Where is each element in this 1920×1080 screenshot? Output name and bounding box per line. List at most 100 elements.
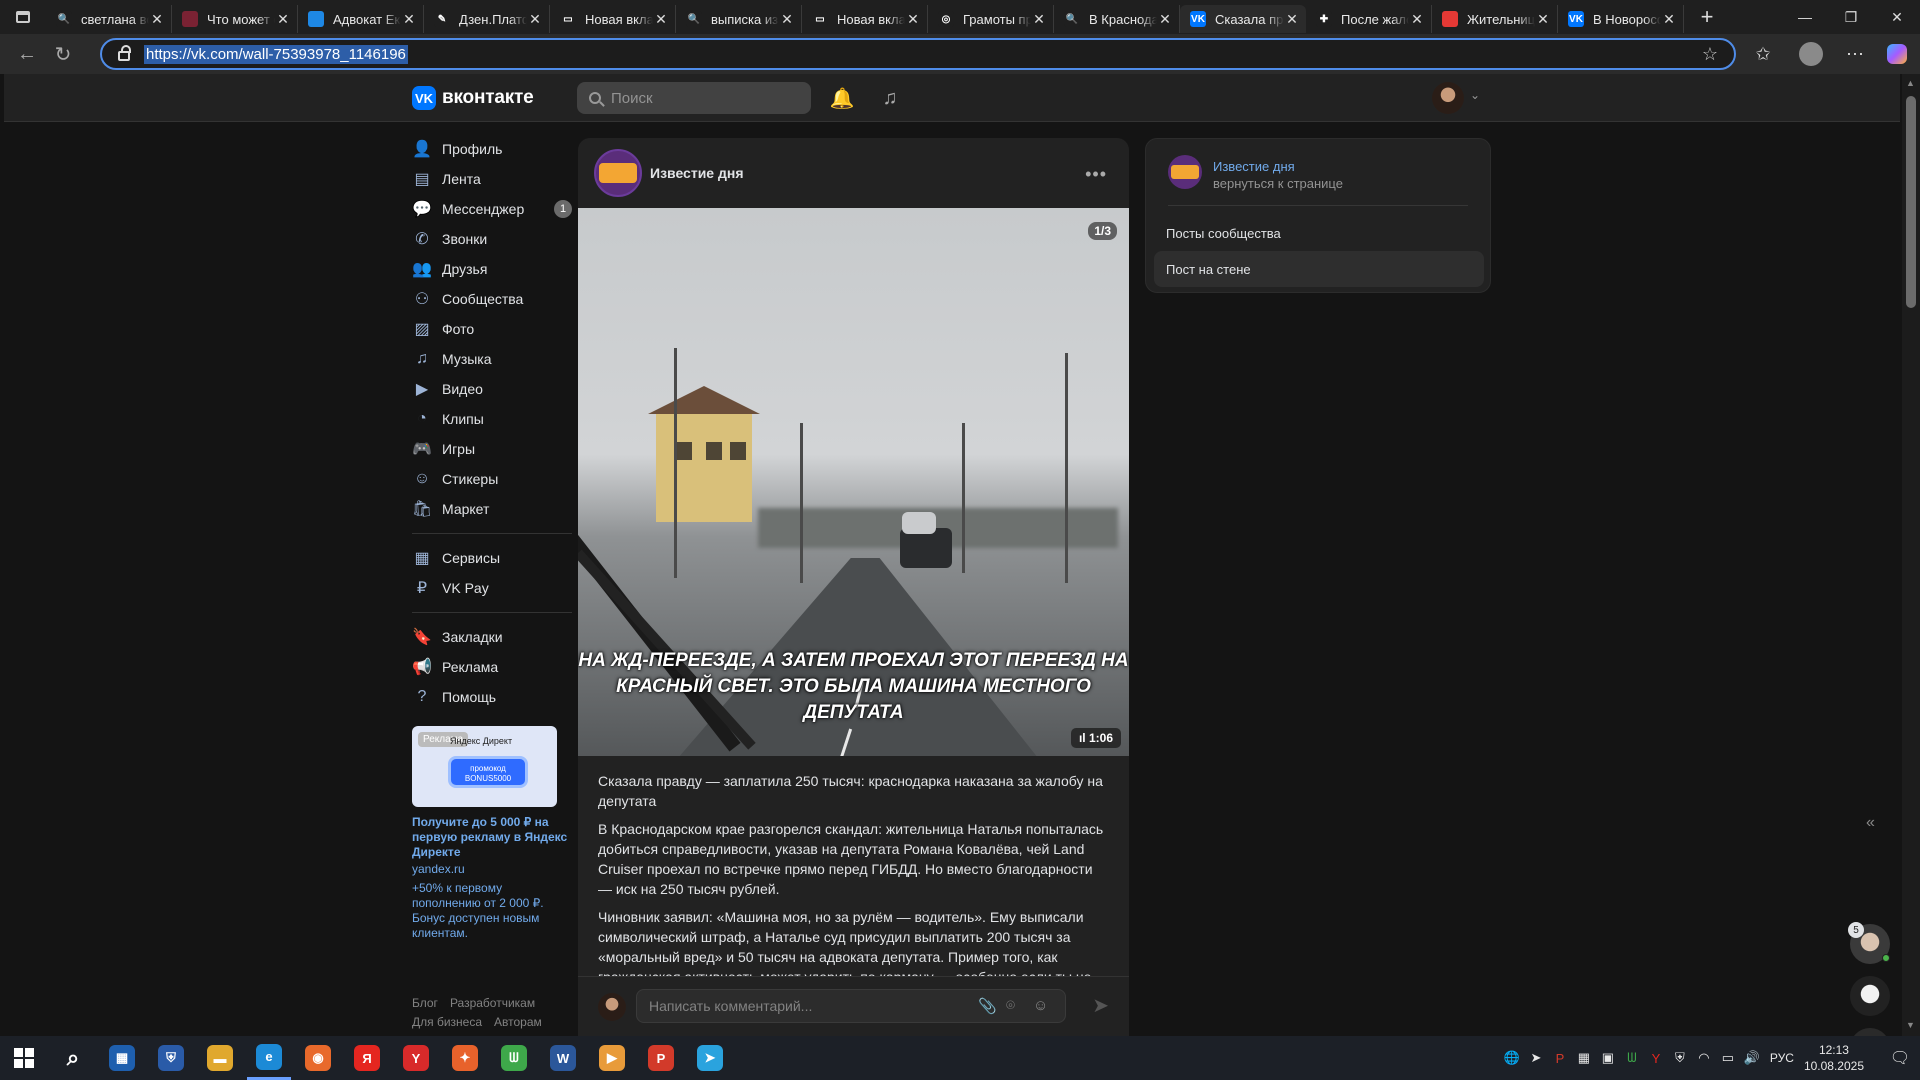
tab-actions-button[interactable] [0, 0, 46, 34]
taskbar-yandex-browser-button[interactable]: Y [394, 1036, 438, 1080]
nav-item-photos[interactable]: ▨ Фото [412, 314, 572, 344]
wifi-icon[interactable]: ◠ [1692, 1050, 1716, 1066]
tray-yandex-icon[interactable]: Y [1644, 1051, 1668, 1066]
taskbar-yandex-button[interactable]: Я [345, 1036, 389, 1080]
collapse-chevron-icon[interactable]: « [1866, 814, 1875, 832]
notifications-bell-icon[interactable]: 🔔 [830, 86, 855, 110]
tab-close-icon[interactable]: ✕ [779, 11, 795, 28]
nav-item-music[interactable]: ♫ Музыка [412, 344, 572, 374]
tab-close-icon[interactable]: ✕ [275, 11, 291, 28]
taskbar-player-button[interactable]: ▶ [590, 1036, 634, 1080]
refresh-button[interactable]: ↻ [46, 37, 80, 71]
footer-link-developers[interactable]: Разработчикам [450, 996, 535, 1010]
nav-item-communities[interactable]: ⚇ Сообщества [412, 284, 572, 314]
volume-icon[interactable]: 🔊 [1740, 1050, 1764, 1066]
taskbar-explorer-button[interactable]: ▬ [198, 1036, 242, 1080]
taskbar-defender-button[interactable]: ⛨ [149, 1036, 193, 1080]
search-input[interactable]: Поиск [577, 82, 811, 114]
ad-domain[interactable]: yandex.ru [412, 862, 572, 877]
scroll-up-arrow-icon[interactable]: ▲ [1906, 78, 1915, 88]
page-scrollbar[interactable]: ▲ ▼ [1902, 74, 1920, 1036]
start-button[interactable] [2, 1036, 46, 1080]
send-icon[interactable]: ➤ [1092, 993, 1109, 1018]
tab-close-icon[interactable]: ✕ [1284, 11, 1300, 28]
vk-logo[interactable]: VK вконтакте [412, 86, 534, 110]
nav-item-clips[interactable]: ◔ Клипы [412, 404, 572, 434]
browser-tab[interactable]: ▭ Новая вклад✕ [802, 5, 928, 33]
camera-icon[interactable]: ⌾ [1006, 997, 1015, 1014]
user-avatar[interactable] [1432, 82, 1464, 114]
browser-tab[interactable]: 🔍 светлана во ✕ [46, 5, 172, 33]
scrollbar-thumb[interactable] [1906, 96, 1916, 308]
browser-tab[interactable]: ◎ Грамоты пр ✕ [928, 5, 1054, 33]
browser-tab[interactable]: Жительниц ✕ [1432, 5, 1558, 33]
nav-item-profile[interactable]: 👤 Профиль [412, 134, 572, 164]
tray-p-icon[interactable]: P [1548, 1051, 1572, 1066]
group-avatar[interactable] [594, 149, 642, 197]
browser-tab[interactable]: 🔍 выписка из ✕ [676, 5, 802, 33]
tab-close-icon[interactable]: ✕ [653, 11, 669, 28]
taskbar-edge-button[interactable]: e [247, 1036, 291, 1080]
side-group-avatar[interactable] [1168, 155, 1202, 189]
browser-tab[interactable]: ✎ Дзен.Платф ✕ [424, 5, 550, 33]
browser-tab[interactable]: 🔍 В Краснода ✕ [1054, 5, 1180, 33]
more-menu-icon[interactable]: ⋯ [1840, 39, 1870, 69]
group-name[interactable]: Известие дня [650, 165, 743, 181]
clock[interactable]: 12:13 10.08.2025 [1804, 1042, 1864, 1074]
wall-post-option[interactable]: Пост на стене [1154, 251, 1484, 287]
tab-close-icon[interactable]: ✕ [1535, 11, 1551, 28]
nav-item-vkpay[interactable]: ₽ VK Pay [412, 573, 572, 603]
tray-shield-icon[interactable]: ⛨ [1668, 1050, 1692, 1066]
attach-paperclip-icon[interactable]: 📎 [978, 997, 997, 1015]
side-group-name[interactable]: Известие дня [1213, 159, 1295, 174]
video-player[interactable]: НА ЖД-ПЕРЕЕЗДЕ, А ЗАТЕМ ПРОЕХАЛ ЭТОТ ПЕР… [578, 208, 1129, 756]
tray-green-icon[interactable]: ᗯ [1620, 1050, 1644, 1066]
restore-button[interactable]: ❐ [1828, 0, 1874, 34]
nav-item-games[interactable]: 🎮 Игры [412, 434, 572, 464]
tab-close-icon[interactable]: ✕ [905, 11, 921, 28]
nav-item-services[interactable]: ▦ Сервисы [412, 543, 572, 573]
ad-image[interactable]: Реклама Яндекс Директ промокод BONUS5000 [412, 726, 557, 807]
tab-close-icon[interactable]: ✕ [401, 11, 417, 28]
back-button[interactable]: ← [10, 37, 44, 71]
url-text[interactable]: https://vk.com/wall-75393978_1146196 [144, 44, 408, 64]
scroll-down-arrow-icon[interactable]: ▼ [1906, 1020, 1915, 1030]
nav-item-calls[interactable]: ✆ Звонки [412, 224, 572, 254]
taskbar-search-button[interactable]: ⌕ [51, 1036, 95, 1080]
telegram-tray-icon[interactable]: ➤ [1524, 1050, 1548, 1066]
lock-icon[interactable] [118, 45, 131, 61]
tab-close-icon[interactable]: ✕ [149, 11, 165, 28]
close-window-button[interactable]: ✕ [1874, 0, 1920, 34]
nav-item-messenger[interactable]: 💬 Мессенджер 1 [412, 194, 572, 224]
ad-description[interactable]: +50% к первому пополнению от 2 000 ₽. Бо… [412, 881, 572, 941]
taskbar-firefox-button[interactable]: ◉ [296, 1036, 340, 1080]
footer-link-business[interactable]: Для бизнеса [412, 1015, 482, 1029]
taskbar-telegram-button[interactable]: ➤ [688, 1036, 732, 1080]
battery-icon[interactable]: ▭ [1716, 1050, 1740, 1066]
community-posts-option[interactable]: Посты сообщества [1154, 215, 1484, 251]
emoji-icon[interactable]: ☺ [1033, 997, 1048, 1014]
minimize-button[interactable]: — [1782, 0, 1828, 34]
back-to-page-link[interactable]: вернуться к странице [1213, 176, 1343, 191]
tab-close-icon[interactable]: ✕ [1157, 11, 1173, 28]
chat-avatar[interactable] [1850, 1028, 1890, 1036]
browser-tab[interactable]: VK В Новоросс ✕ [1558, 5, 1684, 33]
tab-close-icon[interactable]: ✕ [1031, 11, 1047, 28]
chat-avatar[interactable] [1850, 976, 1890, 1016]
taskbar-word-button[interactable]: W [541, 1036, 585, 1080]
tray-window-icon[interactable]: ▣ [1596, 1050, 1620, 1066]
notification-center-icon[interactable]: 🗨 [1880, 1048, 1920, 1068]
footer-link-blog[interactable]: Блог [412, 996, 438, 1010]
nav-item-friends[interactable]: 👥 Друзья [412, 254, 572, 284]
nav-item-ads[interactable]: 📢 Реклама [412, 652, 572, 682]
tab-close-icon[interactable]: ✕ [1661, 11, 1677, 28]
tab-close-icon[interactable]: ✕ [527, 11, 543, 28]
ad-block[interactable]: Реклама Яндекс Директ промокод BONUS5000… [412, 726, 572, 941]
music-note-icon[interactable]: ♫ [878, 86, 902, 110]
nav-item-bookmarks[interactable]: 🔖 Закладки [412, 622, 572, 652]
tray-grid-icon[interactable]: ▦ [1572, 1050, 1596, 1066]
taskbar-store-button[interactable]: ▦ [100, 1036, 144, 1080]
chevron-down-icon[interactable]: ⌄ [1470, 88, 1480, 102]
taskbar-app-green-button[interactable]: ᗯ [492, 1036, 536, 1080]
taskbar-app-p-button[interactable]: P [639, 1036, 683, 1080]
